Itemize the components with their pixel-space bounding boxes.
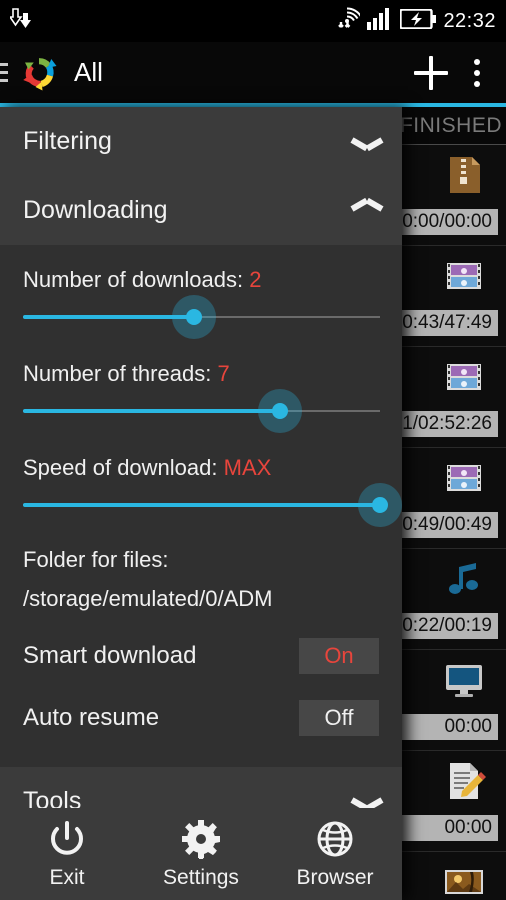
bottom-action-browser[interactable]: Browser xyxy=(268,819,402,890)
hamburger-menu-icon[interactable] xyxy=(0,63,8,82)
downloading-panel: Number of downloads: 2 Number of threads… xyxy=(0,245,402,740)
wifi-icon xyxy=(334,6,363,36)
page-title: All xyxy=(74,57,103,87)
progress-label: 1/02:52:26 xyxy=(402,413,492,434)
plus-icon[interactable] xyxy=(414,55,448,90)
video-file-icon xyxy=(442,456,486,500)
progress-label: 00:00 xyxy=(444,817,492,838)
setting-auto-resume[interactable]: Auto resume Off xyxy=(0,674,402,736)
setting-speed-of-download: Speed of download: MAX xyxy=(0,433,402,481)
slider-speed-of-download[interactable] xyxy=(0,483,402,527)
value-number-of-downloads: 2 xyxy=(249,267,262,292)
setting-label-speed-of-download: Speed of download: MAX xyxy=(23,455,379,481)
chevron-down-icon xyxy=(352,133,382,151)
auto-resume-toggle[interactable]: Off xyxy=(299,700,379,736)
bottom-action-exit[interactable]: Exit xyxy=(0,819,134,890)
adm-circular-arrows-logo xyxy=(18,52,60,94)
document-edit-icon xyxy=(442,759,486,803)
label-text: Number of downloads: xyxy=(23,267,244,292)
folder-label: Folder for files: xyxy=(23,547,169,572)
setting-smart-download[interactable]: Smart download On xyxy=(0,612,402,674)
folder-path: /storage/emulated/0/ADM xyxy=(23,586,273,611)
section-label-downloading: Downloading xyxy=(23,196,168,224)
slider-number-of-threads[interactable] xyxy=(0,389,402,433)
setting-label-number-of-downloads: Number of downloads: 2 xyxy=(23,267,379,293)
slider-thumb[interactable] xyxy=(272,403,289,419)
slider-fill xyxy=(23,315,195,319)
power-icon xyxy=(47,819,87,859)
app-bar-actions xyxy=(414,55,492,90)
section-header-filtering[interactable]: Filtering xyxy=(0,107,402,176)
gear-icon xyxy=(181,819,221,859)
globe-icon xyxy=(315,819,355,859)
monitor-file-icon xyxy=(442,658,486,702)
download-arrows-icon xyxy=(8,7,36,36)
video-file-icon xyxy=(442,355,486,399)
overflow-menu-icon[interactable] xyxy=(474,58,480,87)
status-bar: 22:32 xyxy=(0,0,506,42)
setting-folder-for-files[interactable]: Folder for files: /storage/emulated/0/AD… xyxy=(0,527,402,612)
setting-label-number-of-threads: Number of threads: 7 xyxy=(23,361,379,387)
setting-number-of-downloads: Number of downloads: 2 xyxy=(0,245,402,293)
bottom-action-label-settings: Settings xyxy=(163,865,239,889)
slider-fill xyxy=(23,409,281,413)
slider-thumb[interactable] xyxy=(186,309,203,325)
label-text: Number of threads: xyxy=(23,361,212,386)
value-speed-of-download: MAX xyxy=(223,455,272,480)
slider-fill xyxy=(23,503,380,507)
smart-download-toggle[interactable]: On xyxy=(299,638,379,674)
image-file-icon xyxy=(442,860,486,900)
video-file-icon xyxy=(442,254,486,298)
slider-number-of-downloads[interactable] xyxy=(0,295,402,339)
chevron-up-icon xyxy=(352,202,382,220)
setting-number-of-threads: Number of threads: 7 xyxy=(0,339,402,387)
label-text: Speed of download: xyxy=(23,455,218,480)
value-number-of-threads: 7 xyxy=(217,361,230,386)
app-screen: 22:32 All FINISHED 0:00/00:00 0:43/47:49… xyxy=(0,0,506,900)
bottom-action-label-browser: Browser xyxy=(296,865,374,889)
tab-finished-label: FINISHED xyxy=(399,113,502,137)
status-bar-right: 22:32 xyxy=(334,6,496,36)
progress-label: 0:49/00:49 xyxy=(402,514,492,535)
app-bar: All xyxy=(0,42,506,103)
status-bar-left xyxy=(8,7,36,36)
section-label-filtering: Filtering xyxy=(23,127,112,155)
smart-download-label: Smart download xyxy=(23,642,197,669)
progress-label: 0:00/00:00 xyxy=(402,211,492,232)
cellular-signal-icon xyxy=(367,7,393,35)
music-file-icon xyxy=(442,557,486,601)
slider-thumb[interactable] xyxy=(372,497,388,513)
section-header-downloading[interactable]: Downloading xyxy=(0,176,402,245)
progress-label: 0:43/47:49 xyxy=(402,312,492,333)
progress-label: 00:00 xyxy=(444,716,492,737)
archive-file-icon xyxy=(442,153,486,197)
bottom-action-label-exit: Exit xyxy=(49,865,85,889)
status-bar-clock: 22:32 xyxy=(443,9,496,32)
progress-label: 0:22/00:19 xyxy=(402,615,492,636)
bottom-action-settings[interactable]: Settings xyxy=(134,819,268,890)
drawer-bottom-bar: Exit Settings Browser xyxy=(0,808,402,900)
battery-charging-icon xyxy=(399,7,437,34)
navigation-drawer: Filtering Downloading Number of download… xyxy=(0,107,402,900)
auto-resume-label: Auto resume xyxy=(23,704,160,731)
